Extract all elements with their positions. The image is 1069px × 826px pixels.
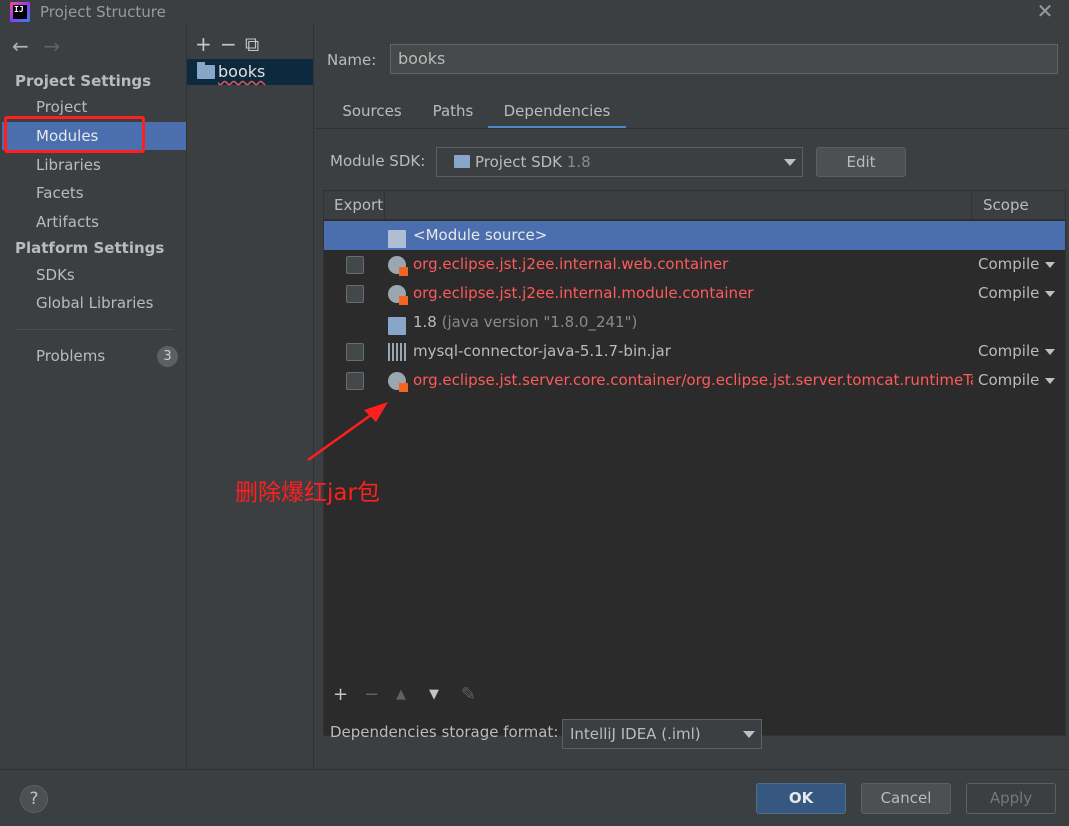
export-checkbox[interactable] [346, 372, 364, 390]
sidebar-item-facets[interactable]: Facets [2, 179, 186, 207]
apply-button[interactable]: Apply [966, 783, 1056, 814]
sdk-folder-icon [454, 155, 470, 168]
table-row[interactable]: mysql-connector-java-5.1.7-bin.jar Compi… [324, 337, 1065, 366]
dependency-name: mysql-connector-java-5.1.7-bin.jar [413, 342, 671, 360]
cancel-button[interactable]: Cancel [861, 783, 951, 814]
dependency-name: 1.8 (java version "1.8.0_241") [413, 313, 973, 331]
scope-dropdown[interactable]: Compile [978, 284, 1039, 302]
project-settings-header: Project Settings [15, 72, 152, 90]
tab-sources[interactable]: Sources [327, 97, 417, 129]
remove-dependency-icon[interactable]: − [364, 684, 379, 705]
column-header-scope[interactable]: Scope [983, 196, 1029, 214]
sidebar-item-sdks[interactable]: SDKs [2, 261, 186, 289]
annotation-arrow [307, 402, 388, 462]
storage-format-label: Dependencies storage format: [330, 723, 559, 741]
scope-dropdown[interactable]: Compile [978, 255, 1039, 273]
nav-arrows: ← → [12, 34, 70, 58]
sidebar-item-libraries[interactable]: Libraries [2, 151, 186, 179]
jdk-detail: (java version "1.8.0_241") [441, 313, 638, 331]
close-icon[interactable]: ✕ [1034, 0, 1056, 22]
table-row[interactable]: org.eclipse.jst.j2ee.internal.module.con… [324, 279, 1065, 308]
module-folder-icon [197, 62, 215, 79]
sidebar-divider [16, 329, 174, 330]
module-sdk-label: Module SDK: [330, 152, 426, 170]
storage-format-value: IntelliJ IDEA (.iml) [570, 725, 701, 743]
dialog-footer: ? OK Cancel Apply [0, 769, 1069, 826]
chevron-down-icon [1045, 378, 1055, 384]
add-icon[interactable]: + [195, 32, 220, 56]
dependency-name: org.eclipse.jst.j2ee.internal.module.con… [413, 284, 754, 302]
copy-icon[interactable]: ⧉ [245, 32, 270, 56]
dependencies-toolbar: + − ▲ ▼ ✎ [323, 682, 1056, 714]
chevron-down-icon [743, 731, 755, 738]
problems-count-badge: 3 [157, 346, 178, 367]
move-down-icon[interactable]: ▼ [429, 687, 439, 702]
tabs-divider [315, 128, 1069, 129]
highlight-box-annotation [4, 116, 145, 153]
module-tree-item-label: books [218, 62, 266, 81]
storage-format-dropdown[interactable]: IntelliJ IDEA (.iml) [562, 719, 762, 749]
chevron-down-icon [1045, 349, 1055, 355]
export-checkbox[interactable] [346, 285, 364, 303]
help-button[interactable]: ? [20, 785, 48, 813]
dependency-name: org.eclipse.jst.server.core.container/or… [413, 371, 973, 389]
module-tree-panel: + − ⧉ books [187, 24, 314, 769]
module-tree-toolbar: + − ⧉ [195, 32, 270, 56]
module-tree-item[interactable]: books [187, 59, 313, 85]
web-library-error-icon [388, 256, 408, 276]
name-label: Name: [327, 51, 377, 69]
window-title: Project Structure [40, 3, 166, 21]
column-separator [384, 191, 385, 220]
tab-paths[interactable]: Paths [423, 97, 483, 129]
table-header: Export Scope [324, 191, 1065, 220]
add-dependency-icon[interactable]: + [333, 684, 348, 705]
table-row[interactable]: org.eclipse.jst.j2ee.internal.web.contai… [324, 250, 1065, 279]
dependency-name: <Module source> [413, 226, 548, 244]
sidebar-item-global-libraries[interactable]: Global Libraries [2, 289, 186, 317]
chevron-down-icon [1045, 262, 1055, 268]
column-separator [971, 191, 972, 220]
jdk-folder-icon [388, 317, 406, 335]
tab-dependencies[interactable]: Dependencies [488, 97, 626, 129]
table-row[interactable]: 1.8 (java version "1.8.0_241") [324, 308, 1065, 337]
sidebar-item-artifacts[interactable]: Artifacts [2, 208, 186, 236]
annotation-text: 删除爆红jar包 [235, 480, 380, 506]
table-row[interactable]: org.eclipse.jst.server.core.container/or… [324, 366, 1065, 395]
module-name-input[interactable]: books [390, 44, 1058, 74]
export-checkbox[interactable] [346, 343, 364, 361]
scope-dropdown[interactable]: Compile [978, 342, 1039, 360]
dependencies-table: Export Scope <Module source> org.eclipse… [323, 190, 1066, 736]
chevron-down-icon [1045, 291, 1055, 297]
platform-settings-header: Platform Settings [15, 239, 165, 257]
jdk-name: 1.8 [413, 313, 437, 331]
column-header-export[interactable]: Export [334, 196, 383, 214]
chevron-down-icon [784, 159, 796, 166]
module-source-folder-icon [388, 230, 406, 248]
web-library-error-icon [388, 372, 408, 392]
module-sdk-dropdown[interactable]: Project SDK 1.8 [436, 147, 803, 177]
edit-dependency-icon[interactable]: ✎ [461, 684, 476, 705]
intellij-app-icon: IJ [10, 2, 30, 22]
sdk-version: 1.8 [566, 153, 591, 171]
ok-button[interactable]: OK [756, 783, 846, 814]
table-row[interactable]: <Module source> [324, 221, 1065, 250]
edit-sdk-button[interactable]: Edit [816, 147, 906, 177]
dependency-name: org.eclipse.jst.j2ee.internal.web.contai… [413, 255, 729, 273]
move-up-icon[interactable]: ▲ [396, 687, 406, 702]
title-bar: IJ Project Structure ✕ [0, 0, 1069, 24]
remove-icon[interactable]: − [220, 32, 245, 56]
scope-dropdown[interactable]: Compile [978, 371, 1039, 389]
web-library-error-icon [388, 285, 408, 305]
jar-library-icon [388, 343, 406, 361]
settings-sidebar: ← → Project Settings Project Modules Lib… [2, 24, 187, 769]
back-arrow-icon[interactable]: ← [12, 34, 29, 58]
forward-arrow-icon[interactable]: → [44, 34, 61, 58]
sdk-value: Project SDK [475, 153, 562, 171]
export-checkbox[interactable] [346, 256, 364, 274]
module-details-panel: Name: books Sources Paths Dependencies M… [315, 24, 1069, 769]
